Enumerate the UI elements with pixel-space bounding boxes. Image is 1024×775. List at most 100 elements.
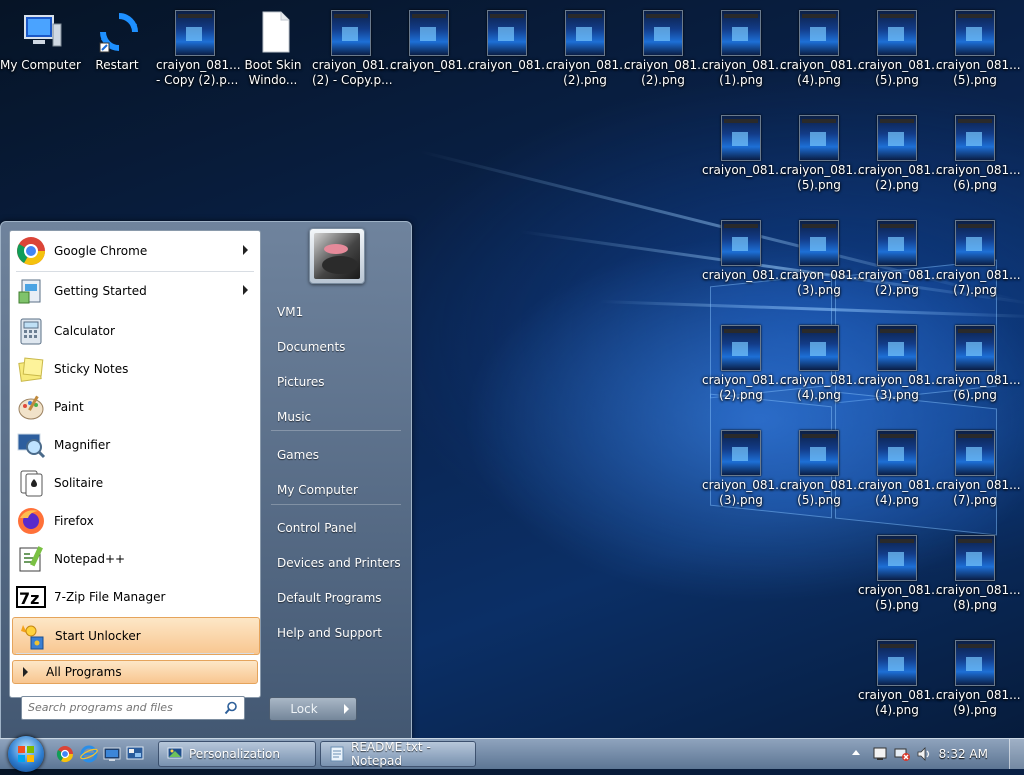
- triangle-right-icon: [23, 667, 28, 677]
- program-item[interactable]: Firefox: [12, 503, 258, 539]
- svg-text:7z: 7z: [19, 589, 39, 608]
- desktop-icon[interactable]: craiyon_081... (3).png: [702, 430, 787, 508]
- start-button[interactable]: [8, 736, 44, 772]
- desktop-icon[interactable]: craiyon_081... (6).png: [936, 115, 1021, 193]
- desktop-icon[interactable]: craiyon_081... (4).png: [780, 325, 865, 403]
- desktop-icon-label: craiyon_081...: [858, 583, 943, 597]
- program-item[interactable]: Notepad++: [12, 541, 258, 577]
- desktop-icon[interactable]: craiyon_081... (2).png: [858, 220, 943, 298]
- desktop-icon-label: craiyon_081...: [390, 58, 475, 72]
- taskbar-button-personalization[interactable]: Personalization: [158, 741, 316, 767]
- user-avatar[interactable]: [309, 228, 365, 284]
- image-thumbnail-icon: [721, 115, 761, 161]
- desktop-icon[interactable]: craiyon_081... (2) - Copy.p...: [312, 10, 397, 88]
- notepad-plus-plus-icon: [14, 542, 48, 576]
- 7zip-icon: 7z: [14, 580, 48, 614]
- desktop-icon[interactable]: craiyon_081... (3).png: [780, 220, 865, 298]
- desktop-icon-label: (4).png: [797, 73, 841, 87]
- desktop-icon[interactable]: craiyon_081... (5).png: [780, 430, 865, 508]
- getting-started-icon: [14, 274, 48, 308]
- image-thumbnail-icon: [487, 10, 527, 56]
- program-label: Start Unlocker: [55, 629, 141, 643]
- sticky-notes-icon: [14, 352, 48, 386]
- program-item[interactable]: Getting Started: [12, 273, 258, 309]
- desktop-icon[interactable]: craiyon_081... (3).png: [858, 325, 943, 403]
- image-thumbnail-icon: [721, 220, 761, 266]
- place-item[interactable]: Control Panel: [269, 516, 403, 540]
- program-item[interactable]: 7z 7-Zip File Manager: [12, 579, 258, 615]
- desktop-icon[interactable]: craiyon_081... (2).png: [702, 325, 787, 403]
- show-hidden-icons-icon[interactable]: [852, 750, 860, 755]
- search-box[interactable]: [21, 696, 245, 720]
- image-thumbnail-icon: [955, 535, 995, 581]
- desktop-icon[interactable]: craiyon_081...: [702, 220, 787, 283]
- image-thumbnail-icon: [721, 430, 761, 476]
- desktop-icon[interactable]: craiyon_081... (2).png: [546, 10, 631, 88]
- place-item[interactable]: Games: [269, 443, 403, 467]
- programs-pane: Google Chrome Getting Started Calculator St…: [9, 230, 261, 698]
- desktop-icon[interactable]: My Computer: [0, 10, 81, 73]
- desktop-icon-label: craiyon_081...: [936, 688, 1021, 702]
- desktop-icon[interactable]: craiyon_081... (8).png: [936, 535, 1021, 613]
- search-input[interactable]: [22, 697, 218, 717]
- internet-explorer-icon[interactable]: [80, 745, 98, 763]
- place-item[interactable]: My Computer: [269, 478, 403, 502]
- desktop-icon[interactable]: craiyon_081... (7).png: [936, 220, 1021, 298]
- program-item[interactable]: Magnifier: [12, 427, 258, 463]
- show-desktop-quicklaunch-icon[interactable]: [126, 745, 144, 763]
- place-item[interactable]: Default Programs: [269, 586, 403, 610]
- place-item[interactable]: Music: [269, 405, 403, 429]
- desktop-icon-label: craiyon_081...: [780, 478, 865, 492]
- chrome-quicklaunch-icon[interactable]: [56, 745, 74, 763]
- show-desktop-button[interactable]: [1009, 739, 1024, 769]
- desktop-icon-label: craiyon_081...: [858, 688, 943, 702]
- desktop-icon-label: (2).png: [563, 73, 607, 87]
- desktop-icon[interactable]: craiyon_081... (4).png: [858, 430, 943, 508]
- desktop-icon[interactable]: craiyon_081... (5).png: [936, 10, 1021, 88]
- desktop-icon[interactable]: craiyon_081... - Copy (2).p...: [156, 10, 241, 88]
- desktop-icon[interactable]: craiyon_081...: [468, 10, 553, 73]
- program-label: Firefox: [54, 514, 94, 528]
- place-item[interactable]: VM1: [269, 300, 403, 324]
- lock-button[interactable]: Lock: [269, 697, 339, 721]
- desktop-icon[interactable]: craiyon_081... (5).png: [858, 10, 943, 88]
- search-icon[interactable]: [224, 701, 238, 718]
- all-programs-button[interactable]: All Programs: [12, 660, 258, 684]
- desktop-icon-label: craiyon_081...: [780, 58, 865, 72]
- desktop-icon[interactable]: craiyon_081... (2).png: [624, 10, 709, 88]
- place-item[interactable]: Pictures: [269, 370, 403, 394]
- program-label: Paint: [54, 400, 84, 414]
- desktop-icon-label: (3).png: [719, 493, 763, 507]
- desktop-icon[interactable]: craiyon_081...: [390, 10, 475, 73]
- desktop-icon[interactable]: craiyon_081... (6).png: [936, 325, 1021, 403]
- clock[interactable]: 8:32 AM: [939, 747, 988, 761]
- desktop-icon[interactable]: craiyon_081... (5).png: [858, 535, 943, 613]
- desktop-icon[interactable]: craiyon_081... (4).png: [780, 10, 865, 88]
- program-item[interactable]: Paint: [12, 389, 258, 425]
- shutdown-options-arrow[interactable]: [338, 697, 357, 721]
- desktop-icon[interactable]: Restart: [78, 10, 156, 73]
- place-item[interactable]: Documents: [269, 335, 403, 359]
- desktop-icon[interactable]: craiyon_081... (1).png: [702, 10, 787, 88]
- desktop-icon[interactable]: craiyon_081... (2).png: [858, 115, 943, 193]
- desktop-icon[interactable]: craiyon_081... (5).png: [780, 115, 865, 193]
- program-item[interactable]: Start Unlocker: [12, 617, 260, 655]
- program-item[interactable]: Calculator: [12, 313, 258, 349]
- desktop-icon[interactable]: Boot Skin Windo...: [234, 10, 312, 88]
- desktop-icon[interactable]: craiyon_081... (4).png: [858, 640, 943, 718]
- volume-icon[interactable]: [916, 746, 932, 765]
- windows-explorer-icon[interactable]: [103, 745, 121, 763]
- place-item[interactable]: Help and Support: [269, 621, 403, 645]
- desktop-icon[interactable]: craiyon_081... (7).png: [936, 430, 1021, 508]
- desktop-icon-label: craiyon_081...: [858, 163, 943, 177]
- place-item[interactable]: Devices and Printers: [269, 551, 403, 575]
- network-error-icon[interactable]: [894, 746, 910, 765]
- action-center-flag-icon[interactable]: [872, 746, 888, 765]
- program-item[interactable]: Google Chrome: [12, 233, 258, 269]
- desktop-icon[interactable]: craiyon_081...: [702, 115, 787, 178]
- desktop-icon[interactable]: craiyon_081... (9).png: [936, 640, 1021, 718]
- desktop-icon-label: (3).png: [875, 388, 919, 402]
- taskbar-button-notepad[interactable]: README.txt - Notepad: [320, 740, 476, 768]
- program-item[interactable]: Sticky Notes: [12, 351, 258, 387]
- program-item[interactable]: Solitaire: [12, 465, 258, 501]
